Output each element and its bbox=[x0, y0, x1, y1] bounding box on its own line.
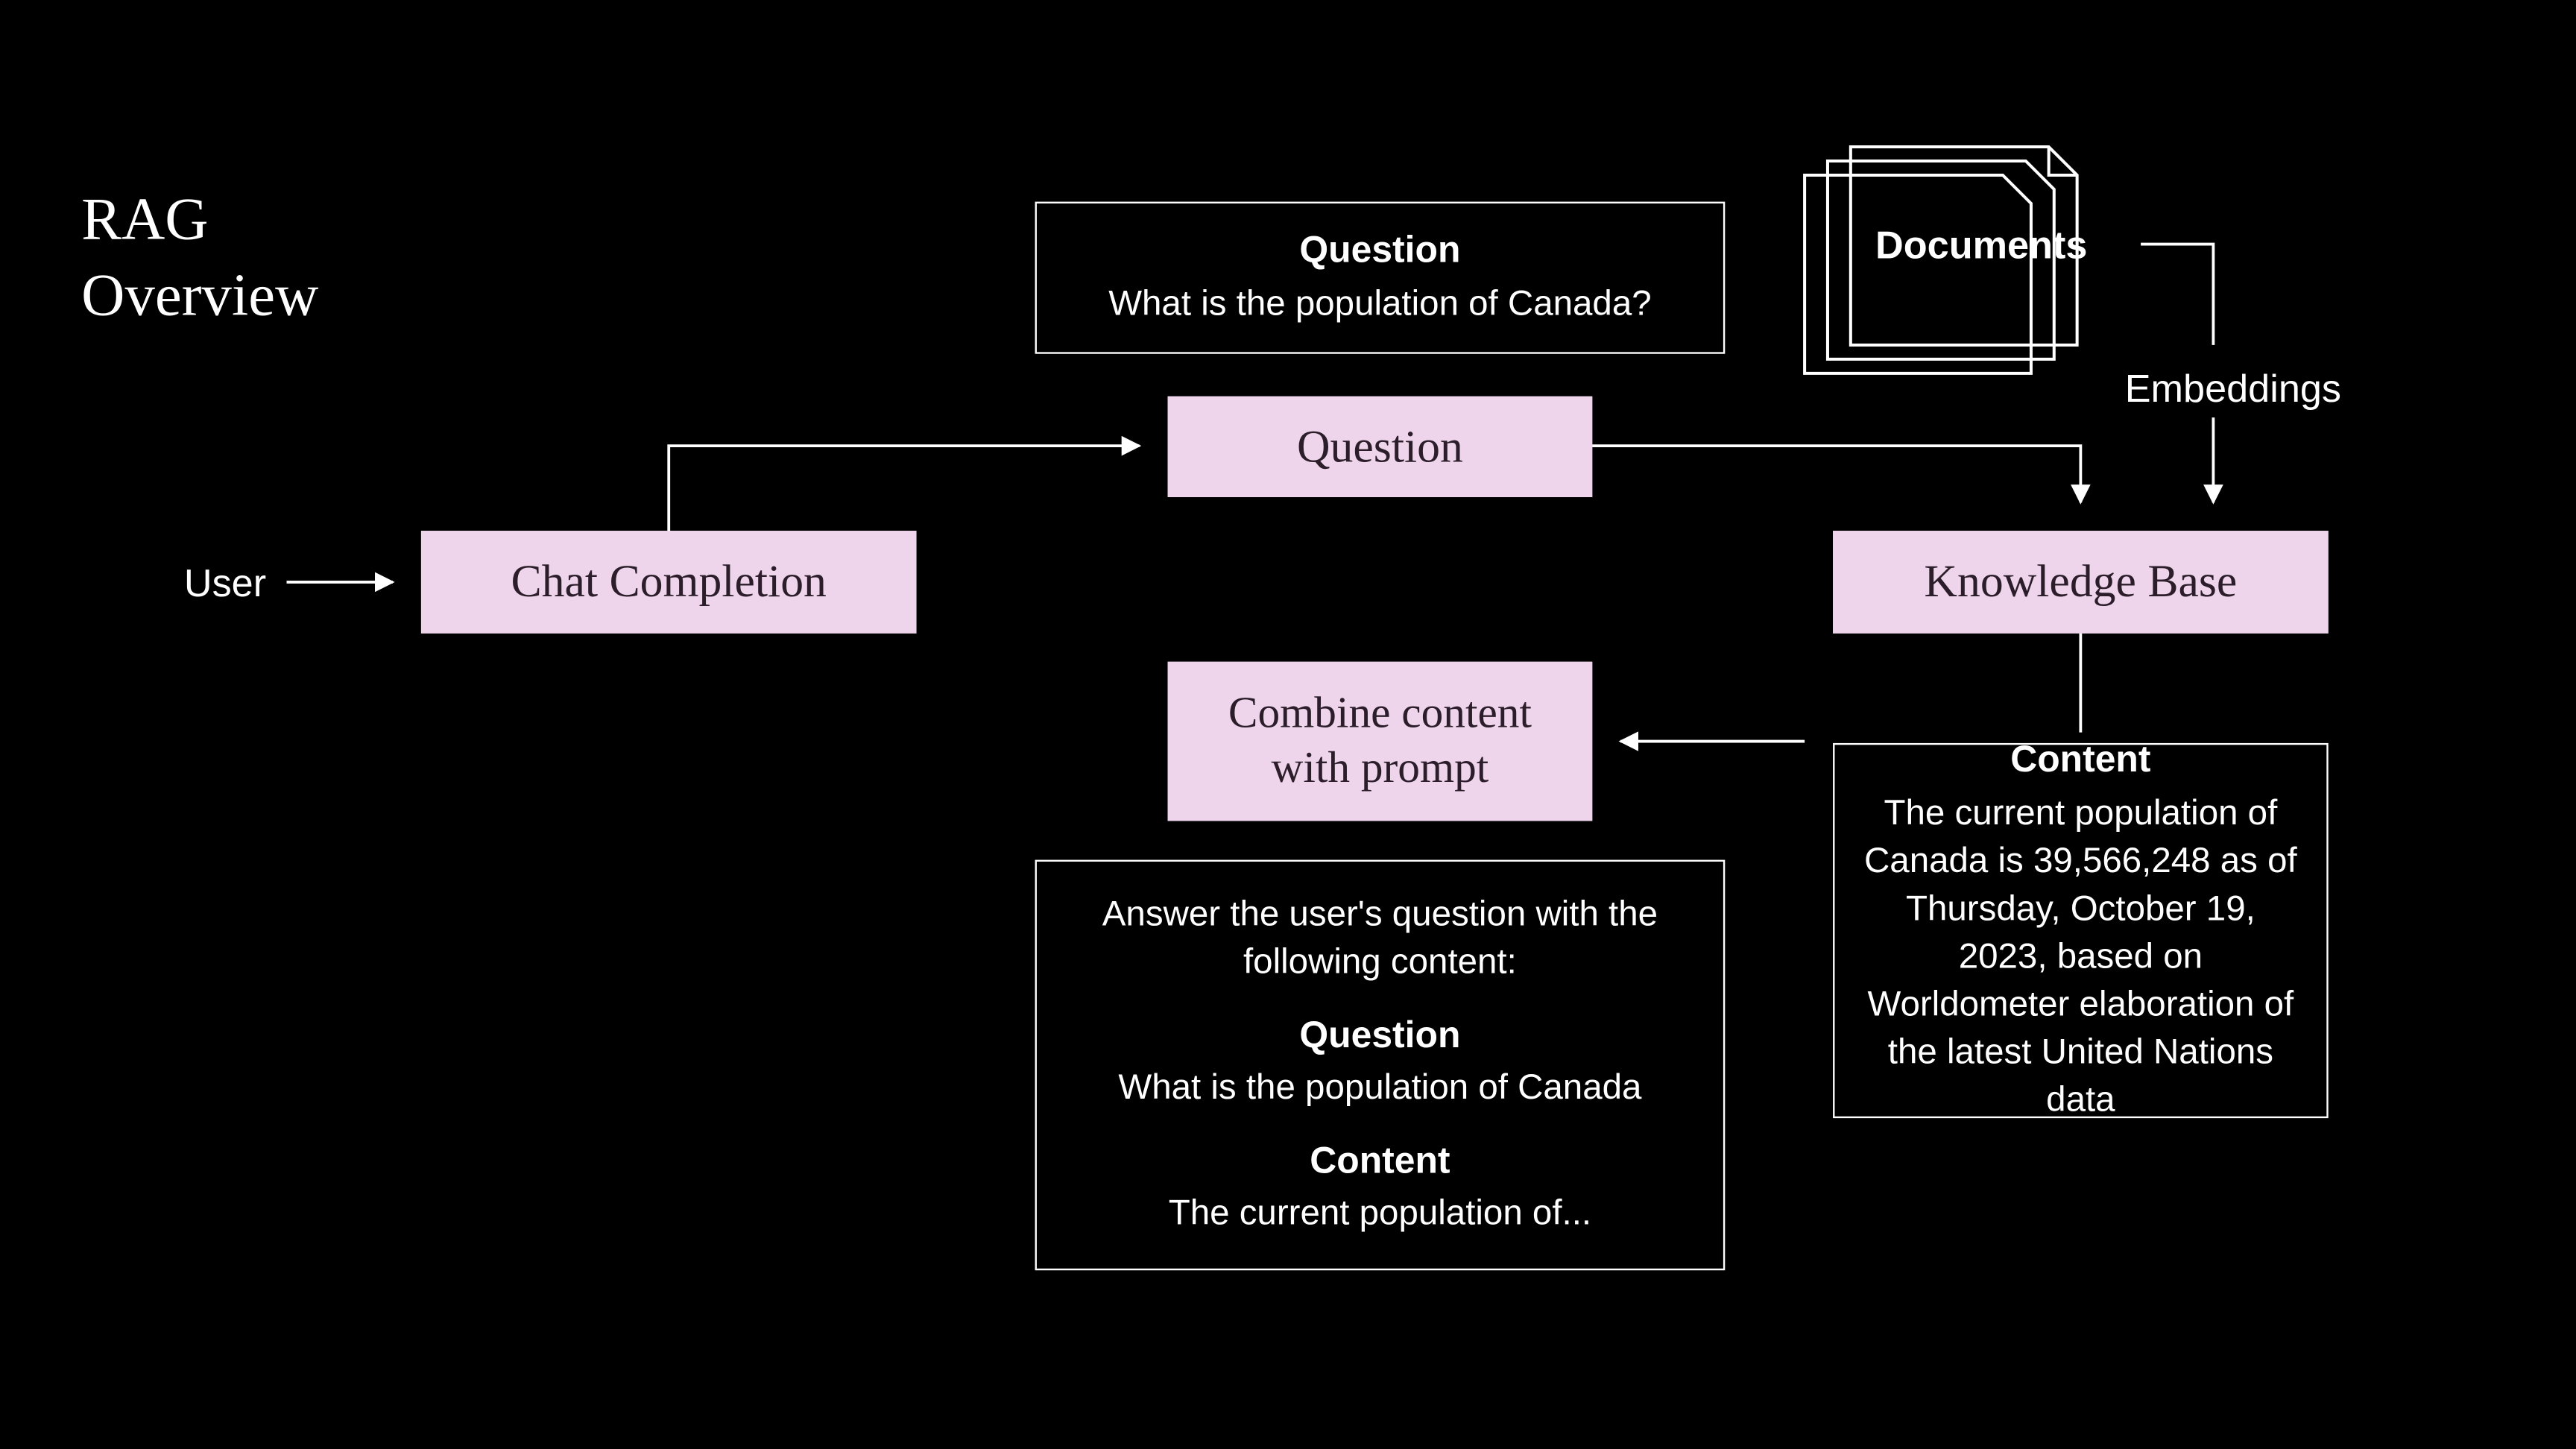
title-line-1: RAG bbox=[81, 188, 208, 253]
question-box-header: Question bbox=[1299, 227, 1460, 277]
knowledge-base-node: Knowledge Base bbox=[1833, 531, 2329, 634]
content-box-header: Content bbox=[2010, 736, 2150, 786]
combine-line-2: with prompt bbox=[1272, 745, 1489, 792]
user-label: User bbox=[184, 561, 266, 607]
prompt-content-body: The current population of... bbox=[1169, 1191, 1591, 1239]
prompt-question-body: What is the population of Canada bbox=[1118, 1065, 1641, 1113]
combine-node: Combine content with prompt bbox=[1168, 662, 1593, 821]
question-node: Question bbox=[1168, 397, 1593, 497]
chat-completion-node: Chat Completion bbox=[421, 531, 917, 634]
page-title: RAG Overview bbox=[81, 184, 318, 335]
embeddings-label: Embeddings bbox=[2125, 366, 2341, 412]
prompt-question-header: Question bbox=[1299, 1011, 1460, 1061]
documents-label: Documents bbox=[1875, 223, 2087, 269]
question-box-body: What is the population of Canada? bbox=[1108, 281, 1651, 329]
question-node-label: Question bbox=[1297, 420, 1463, 473]
prompt-intro: Answer the user's question with the foll… bbox=[1065, 891, 1695, 986]
title-line-2: Overview bbox=[81, 262, 318, 328]
knowledge-base-label: Knowledge Base bbox=[1924, 555, 2237, 608]
content-detail-box: Content The current population of Canada… bbox=[1833, 743, 2329, 1118]
combine-line-1: Combine content bbox=[1228, 689, 1532, 737]
content-box-body: The current population of Canada is 39,5… bbox=[1863, 790, 2298, 1125]
question-detail-box: Question What is the population of Canad… bbox=[1035, 202, 1726, 354]
prompt-content-header: Content bbox=[1310, 1137, 1450, 1187]
chat-completion-label: Chat Completion bbox=[511, 555, 826, 608]
prompt-assembly-box: Answer the user's question with the foll… bbox=[1035, 860, 1726, 1271]
